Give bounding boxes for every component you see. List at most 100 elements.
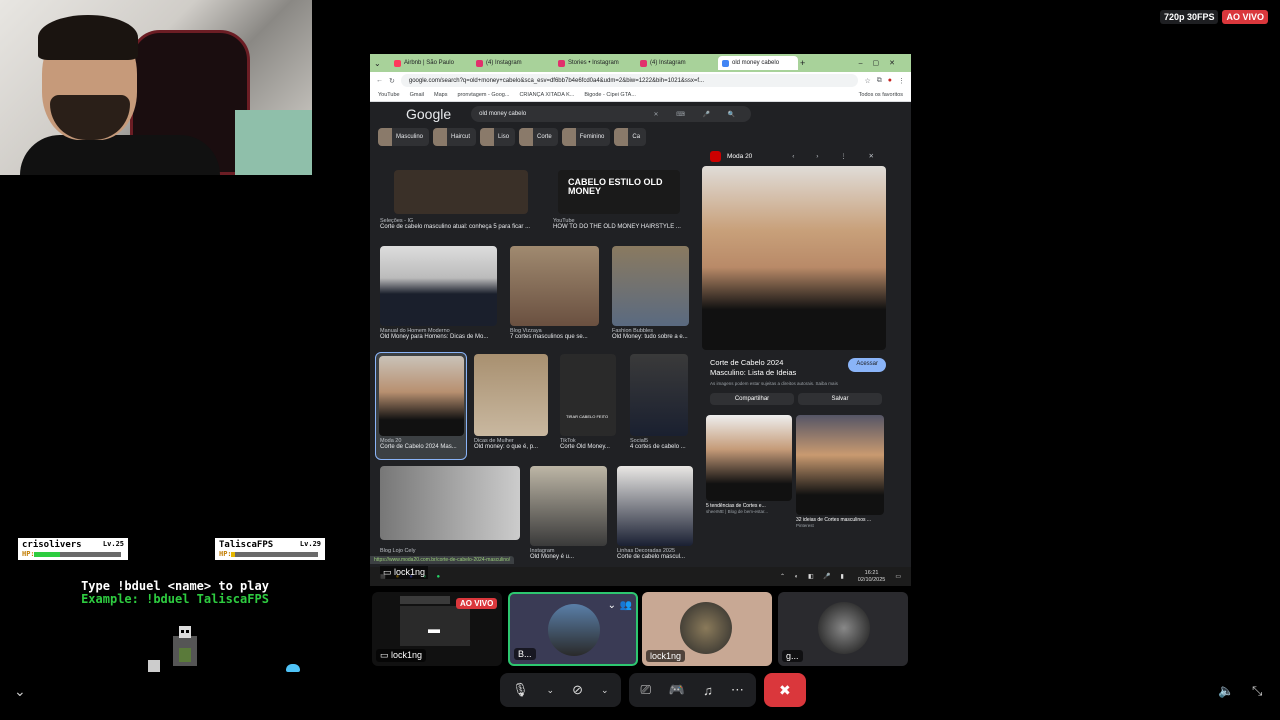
- result-caption[interactable]: Blog Lojo Cely: [380, 548, 520, 554]
- menu-icon[interactable]: ⋮: [898, 77, 905, 85]
- result-caption[interactable]: Linhas Decoradas 2025 Corte de cabelo mas…: [617, 548, 697, 560]
- volume-icon[interactable]: 🔈: [1218, 683, 1234, 699]
- result-image[interactable]: [474, 354, 548, 436]
- result-image[interactable]: [612, 246, 689, 326]
- address-bar-row: ← ↻ google.com/search?q=old+money+cabelo…: [370, 72, 911, 89]
- mic-options-icon[interactable]: ⌄: [547, 685, 555, 696]
- chip-corte[interactable]: Corte: [519, 128, 558, 146]
- chevron-down-icon[interactable]: ⌄: [14, 683, 26, 700]
- tab-stories[interactable]: Stories • Instagram: [554, 56, 634, 70]
- notifications-icon[interactable]: ▭: [895, 573, 901, 580]
- tab-instagram-1[interactable]: (4) Instagram: [472, 56, 552, 70]
- back-icon[interactable]: ←: [376, 77, 383, 84]
- result-caption[interactable]: YouTube HOW TO DO THE OLD MONEY HAIRSTYLE…: [553, 218, 713, 230]
- tile-label: g...: [782, 650, 803, 662]
- bookmark-gmail[interactable]: Gmail: [410, 92, 424, 98]
- extensions-icon[interactable]: ⧉: [877, 77, 882, 85]
- exit-fullscreen-icon[interactable]: ⤡: [1252, 683, 1262, 699]
- participant-tile-stream[interactable]: AO VIVO ▬ ▭ lock1ng: [372, 592, 502, 666]
- result-caption[interactable]: TikTok Corte Old Money...: [560, 438, 620, 450]
- panel-source[interactable]: Moda 20: [727, 153, 752, 160]
- camera-options-icon[interactable]: ⌄: [601, 685, 609, 696]
- new-tab-icon[interactable]: +: [800, 58, 805, 68]
- panel-main-image[interactable]: [702, 166, 886, 350]
- microphone-icon[interactable]: 🎙: [512, 682, 529, 698]
- window-controls[interactable]: –▢✕: [859, 59, 911, 67]
- share-button[interactable]: Compartilhar: [710, 393, 794, 405]
- profile-icon[interactable]: ●: [888, 77, 892, 84]
- result-caption[interactable]: Instagram Old Money é u...: [530, 548, 610, 560]
- result-caption[interactable]: Fashion Bubbles Old Money: tudo sobre a e…: [612, 328, 692, 340]
- result-image[interactable]: [530, 466, 607, 546]
- google-logo[interactable]: Google: [406, 106, 451, 122]
- camera-off-icon[interactable]: ⊘: [572, 682, 583, 698]
- related-image[interactable]: [796, 415, 884, 515]
- tab-instagram-2[interactable]: (4) Instagram: [636, 56, 716, 70]
- chip-masculino[interactable]: Masculino: [378, 128, 430, 146]
- search-tools-icons: ✕ ⌨ 🎤 🔍: [653, 111, 744, 118]
- visit-button[interactable]: Acessar: [848, 358, 886, 372]
- result-image[interactable]: [510, 246, 599, 326]
- screen-share-icon: ▬: [428, 622, 440, 636]
- player-level: Lv.25: [102, 540, 124, 548]
- related-source: sheerME | Blog de bem-estar...: [706, 509, 768, 514]
- site-favicon-icon: [710, 150, 721, 162]
- bookmark-3[interactable]: pronvtagem - Goog...: [457, 92, 509, 98]
- chip-more[interactable]: Ca: [614, 128, 647, 146]
- bookmark-5[interactable]: Bigode - Cipei GTA...: [584, 92, 636, 98]
- system-tray-icons[interactable]: ⌃ ◐ ◧ 🎤 ▮: [780, 573, 848, 580]
- more-icon[interactable]: ⋯: [731, 682, 744, 698]
- result-caption[interactable]: Seleções - IG Corte de cabelo masculino a…: [380, 218, 545, 230]
- whatsapp-taskbar-icon[interactable]: ●: [437, 574, 441, 580]
- panel-title[interactable]: Corte de Cabelo 2024 Masculino: Lista de…: [710, 358, 820, 378]
- result-image[interactable]: [380, 466, 520, 540]
- bookmarks-bar: YouTube Gmail Maps pronvtagem - Goog... …: [370, 89, 911, 102]
- result-image[interactable]: [394, 170, 528, 214]
- result-caption[interactable]: Blog Vizzaya 7 cortes masculinos que se..…: [510, 328, 602, 340]
- instagram-icon: [558, 59, 565, 67]
- streamer-body: [20, 135, 220, 175]
- soundboard-icon[interactable]: ♫: [703, 683, 713, 698]
- save-button[interactable]: Salvar: [798, 393, 882, 405]
- chip-feminino[interactable]: Feminino: [561, 128, 611, 146]
- url-field[interactable]: google.com/search?q=old+money+cabelo&sca…: [400, 74, 859, 87]
- result-caption[interactable]: Dicas de Mulher Old money: o que é, p...: [474, 438, 552, 450]
- tab-google-search[interactable]: old money cabelo: [718, 56, 798, 70]
- result-image[interactable]: TIRAR CABELO FEITO: [560, 354, 616, 436]
- chip-liso[interactable]: Liso: [480, 128, 516, 146]
- star-icon[interactable]: ☆: [864, 77, 870, 85]
- participant-tile-2[interactable]: ⌄ 👥 B...: [508, 592, 638, 666]
- result-caption[interactable]: Social5 4 cortes de cabelo ...: [630, 438, 690, 450]
- chevron-down-icon[interactable]: ⌄: [608, 600, 616, 611]
- result-image[interactable]: [380, 246, 497, 326]
- result-image[interactable]: [617, 466, 693, 546]
- bookmark-maps[interactable]: Maps: [434, 92, 447, 98]
- activities-icon[interactable]: 🎮: [669, 682, 685, 698]
- participant-tile-4[interactable]: g...: [778, 592, 908, 666]
- result-image-selected[interactable]: [379, 356, 464, 436]
- add-friend-icon[interactable]: 👥: [620, 600, 632, 611]
- panel-nav-icons[interactable]: ‹ › ⋮ ✕: [792, 152, 884, 160]
- tab-list-icon[interactable]: ⌄: [374, 59, 388, 68]
- screen-share-icon[interactable]: ⎚: [641, 682, 651, 698]
- result-image[interactable]: [630, 354, 688, 436]
- result-caption[interactable]: Manual do Homem Moderno Old Money para Ho…: [380, 328, 500, 340]
- player-card-1: crisolivers Lv.25 HP:: [18, 538, 128, 560]
- related-image[interactable]: [706, 415, 792, 501]
- game-instruction: Type !bduel <name> to play: [81, 579, 269, 593]
- google-search-input[interactable]: old money cabelo ✕ ⌨ 🎤 🔍: [471, 106, 752, 122]
- bookmark-youtube[interactable]: YouTube: [378, 92, 400, 98]
- disconnect-button[interactable]: ✖: [763, 673, 806, 707]
- all-bookmarks[interactable]: Todos os favoritos: [859, 92, 903, 98]
- result-image[interactable]: CABELO ESTILO OLD MONEY: [558, 170, 680, 214]
- streamer-hair: [38, 15, 138, 60]
- chip-haircut[interactable]: Haircut: [433, 128, 477, 146]
- reload-icon[interactable]: ↻: [389, 77, 395, 85]
- hp-label: HP:: [219, 550, 232, 558]
- tab-airbnb[interactable]: Airbnb | São Paulo: [390, 56, 470, 70]
- game-example: Example: !bduel TaliscaFPS: [81, 592, 269, 606]
- participant-tile-3[interactable]: lock1ng: [642, 592, 772, 666]
- disconnect-icon: ✖: [778, 681, 791, 698]
- bookmark-4[interactable]: CRIANÇA XITADA K...: [519, 92, 574, 98]
- result-caption[interactable]: Moda 20 Corte de Cabelo 2024 Mas...: [380, 438, 464, 450]
